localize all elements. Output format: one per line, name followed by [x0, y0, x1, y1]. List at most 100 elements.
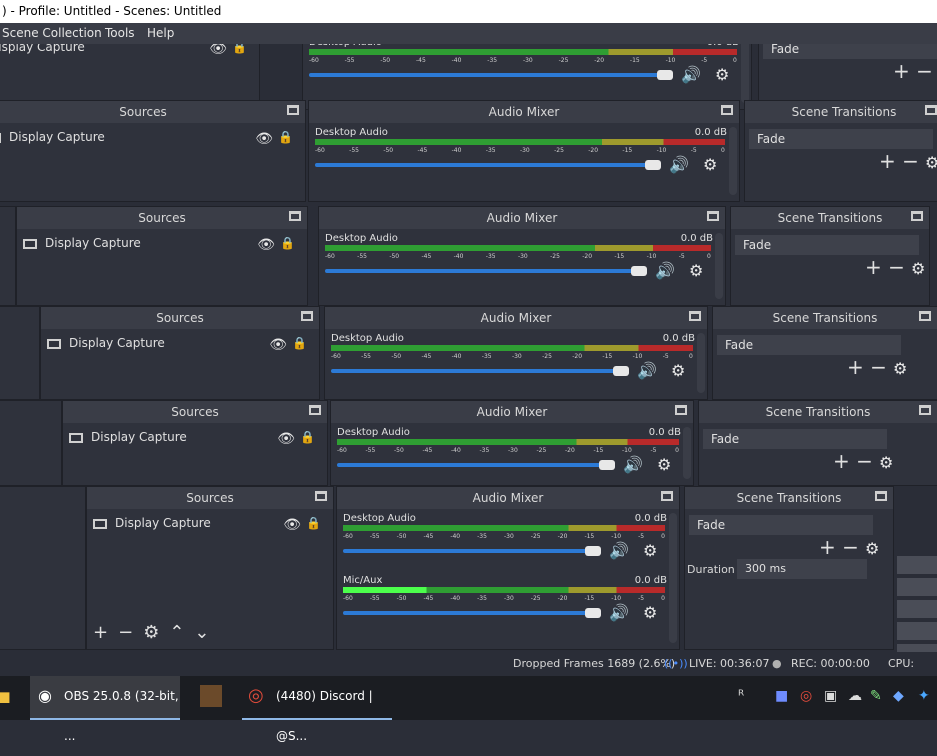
desktop-audio-volume-slider[interactable] [331, 369, 615, 373]
mixer-scrollbar[interactable] [715, 233, 723, 299]
add-transition-button[interactable]: + − [847, 355, 887, 379]
mic-aux-volume-knob[interactable] [585, 608, 601, 618]
desktop-audio-speaker-icon[interactable]: 🔊 [681, 65, 701, 84]
transition-properties-gear-icon[interactable]: ⚙ [925, 153, 937, 172]
controls-button[interactable] [897, 556, 937, 574]
duration-input[interactable]: 300 ms [737, 559, 867, 579]
transition-properties-gear-icon[interactable]: ⚙ [911, 259, 925, 278]
transition-properties-gear-icon[interactable]: ⚙ [865, 539, 879, 558]
transition-properties-gear-icon[interactable]: ⚙ [893, 359, 907, 378]
menu-scene-collection[interactable]: Scene Collection [2, 23, 102, 44]
controls-button[interactable] [897, 644, 937, 652]
desktop-audio-volume-knob[interactable] [599, 460, 615, 470]
desktop-audio-speaker-icon[interactable]: 🔊 [623, 455, 643, 474]
dock-icon[interactable] [301, 311, 313, 321]
desktop-audio-speaker-icon[interactable]: 🔊 [655, 261, 675, 280]
add-transition-button[interactable]: + − [865, 255, 905, 279]
add-transition-button[interactable]: + − [819, 535, 859, 559]
move-down-button[interactable]: ⌄ [194, 622, 209, 643]
mixer-scrollbar[interactable] [669, 513, 677, 643]
dock-icon[interactable] [919, 405, 931, 415]
desktop-audio-gear-icon[interactable]: ⚙ [643, 541, 657, 560]
dock-icon[interactable] [875, 491, 887, 501]
transition-select[interactable]: Fade [717, 335, 901, 355]
chrome-tray-icon[interactable]: ◎ [800, 688, 812, 704]
mixer-scrollbar[interactable] [729, 127, 737, 195]
add-transition-button[interactable]: + − [833, 449, 873, 473]
dock-icon[interactable] [919, 311, 931, 321]
transition-properties-gear-icon[interactable]: ⚙ [879, 453, 893, 472]
menu-help[interactable]: Help [147, 23, 174, 44]
taskbar-discord[interactable]: ◎ (4480) Discord | @S... [242, 676, 392, 743]
remove-source-button[interactable]: − [118, 622, 133, 643]
file-explorer-icon[interactable]: ▆ [0, 676, 20, 720]
desktop-audio-volume-knob[interactable] [657, 70, 673, 80]
source-item-display-capture[interactable]: Display Capture 👁 🔒 [69, 427, 321, 447]
mic-aux-speaker-icon[interactable]: 🔊 [609, 603, 629, 622]
dock-icon[interactable] [315, 491, 327, 501]
dock-icon[interactable] [911, 211, 923, 221]
desktop-audio-volume-slider[interactable] [315, 163, 647, 167]
desktop-audio-volume-knob[interactable] [645, 160, 661, 170]
desktop-audio-volume-slider[interactable] [337, 463, 601, 467]
desktop-audio-label: Desktop Audio [309, 44, 382, 48]
desktop-audio-volume-slider[interactable] [309, 73, 659, 77]
cloud-icon[interactable]: ☁ [848, 688, 862, 704]
menu-tools[interactable]: Tools [105, 23, 135, 44]
add-transition-button[interactable]: + − [879, 149, 919, 173]
dock-icon[interactable] [661, 491, 673, 501]
sparkle-icon[interactable]: ✦ [918, 688, 930, 704]
transition-select[interactable]: Fade [735, 235, 919, 255]
desktop-audio-gear-icon[interactable]: ⚙ [671, 361, 685, 380]
source-item-display-capture[interactable]: Display Capture 👁 🔒 [23, 233, 301, 253]
source-properties-gear-icon[interactable]: ⚙ [143, 622, 159, 643]
desktop-audio-gear-icon[interactable]: ⚙ [703, 155, 717, 174]
add-source-button[interactable]: + [93, 622, 108, 643]
taskbar-obs[interactable]: ◉ OBS 25.0.8 (32-bit, ... [30, 676, 180, 743]
update-icon[interactable]: ✎ [870, 688, 882, 704]
transition-select[interactable]: Fade [763, 44, 937, 59]
desktop-audio-volume-knob[interactable] [631, 266, 647, 276]
dock-icon[interactable] [289, 211, 301, 221]
dock-icon[interactable] [707, 211, 719, 221]
source-item-display-capture[interactable]: Display Capture 👁 🔒 [47, 333, 313, 353]
mixer-scrollbar[interactable] [741, 44, 749, 103]
desktop-audio-volume-slider[interactable] [343, 549, 587, 553]
dock-icon[interactable] [925, 105, 937, 115]
dock-icon[interactable] [675, 405, 687, 415]
shield-icon[interactable]: ▣ [824, 688, 837, 704]
mic-aux-volume-slider[interactable] [343, 611, 587, 615]
controls-button[interactable] [897, 622, 937, 640]
desktop-audio-gear-icon[interactable]: ⚙ [657, 455, 671, 474]
mixer-scrollbar[interactable] [683, 427, 691, 479]
dock-icon[interactable] [309, 405, 321, 415]
add-transition-button[interactable]: + − [893, 59, 933, 83]
transition-select[interactable]: Fade [689, 515, 873, 535]
desktop-audio-gear-icon[interactable]: ⚙ [715, 65, 729, 84]
mic-aux-gear-icon[interactable]: ⚙ [643, 603, 657, 622]
source-item-display-capture[interactable]: Display Capture 👁 🔒 [0, 127, 299, 147]
desktop-audio-volume-knob[interactable] [585, 546, 601, 556]
move-up-button[interactable]: ⌃ [169, 622, 184, 643]
people-icon[interactable]: ᴿ [738, 688, 744, 704]
desktop-audio-speaker-icon[interactable]: 🔊 [669, 155, 689, 174]
source-item-display-capture[interactable]: Display Capture 👁 🔒 [93, 513, 327, 533]
transition-select[interactable]: Fade [703, 429, 887, 449]
desktop-audio-speaker-icon[interactable]: 🔊 [637, 361, 657, 380]
minecraft-icon[interactable] [200, 676, 224, 720]
dock-icon[interactable] [721, 105, 733, 115]
dock-icon[interactable] [689, 311, 701, 321]
discord-tray-icon[interactable]: ◆ [893, 688, 904, 704]
tray-app-icon[interactable]: ■ [775, 688, 788, 704]
desktop-audio-volume-knob[interactable] [613, 366, 629, 376]
controls-button[interactable] [897, 600, 937, 618]
desktop-audio-volume-slider[interactable] [325, 269, 633, 273]
mixer-scrollbar[interactable] [697, 333, 705, 393]
source-item-display-capture[interactable]: Display Capture 👁 🔒 [0, 44, 253, 57]
transition-select[interactable]: Fade [749, 129, 933, 149]
dock-icon[interactable] [287, 105, 299, 115]
desktop-audio-speaker-icon[interactable]: 🔊 [609, 541, 629, 560]
desktop-audio-gear-icon[interactable]: ⚙ [689, 261, 703, 280]
meter-tick: -30 [519, 147, 530, 154]
controls-button[interactable] [897, 578, 937, 596]
